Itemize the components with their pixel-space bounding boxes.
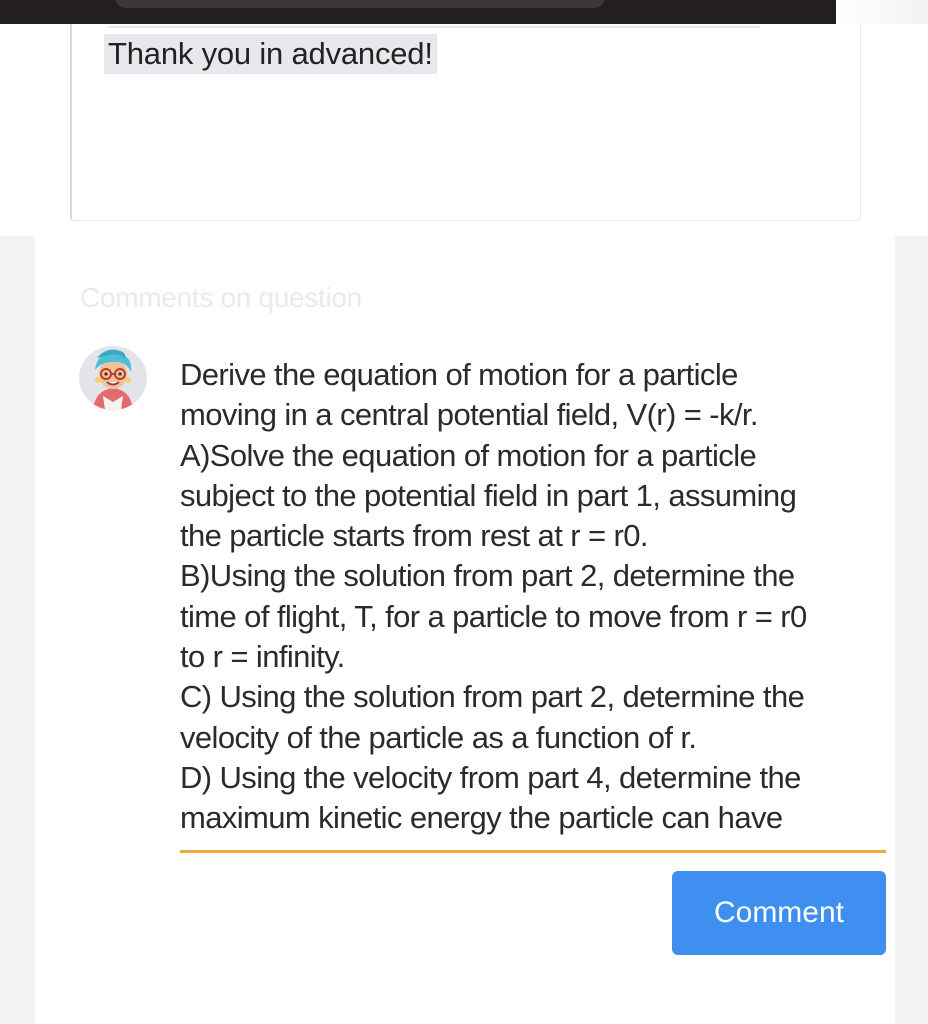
avatar-illustration xyxy=(81,346,145,410)
comment-input[interactable]: Derive the equation of motion for a part… xyxy=(180,355,880,839)
user-avatar-icon xyxy=(79,346,147,410)
comment-input-underline xyxy=(180,850,886,853)
top-bar-fade xyxy=(836,0,928,24)
top-bar-pill xyxy=(115,0,605,8)
post-box-top-line xyxy=(108,26,760,28)
top-bar xyxy=(0,0,836,24)
comments-section-heading: Comments on question xyxy=(80,282,362,313)
comment-button[interactable]: Comment xyxy=(672,871,886,955)
question-post-text: Thank you in advanced! xyxy=(104,34,437,74)
